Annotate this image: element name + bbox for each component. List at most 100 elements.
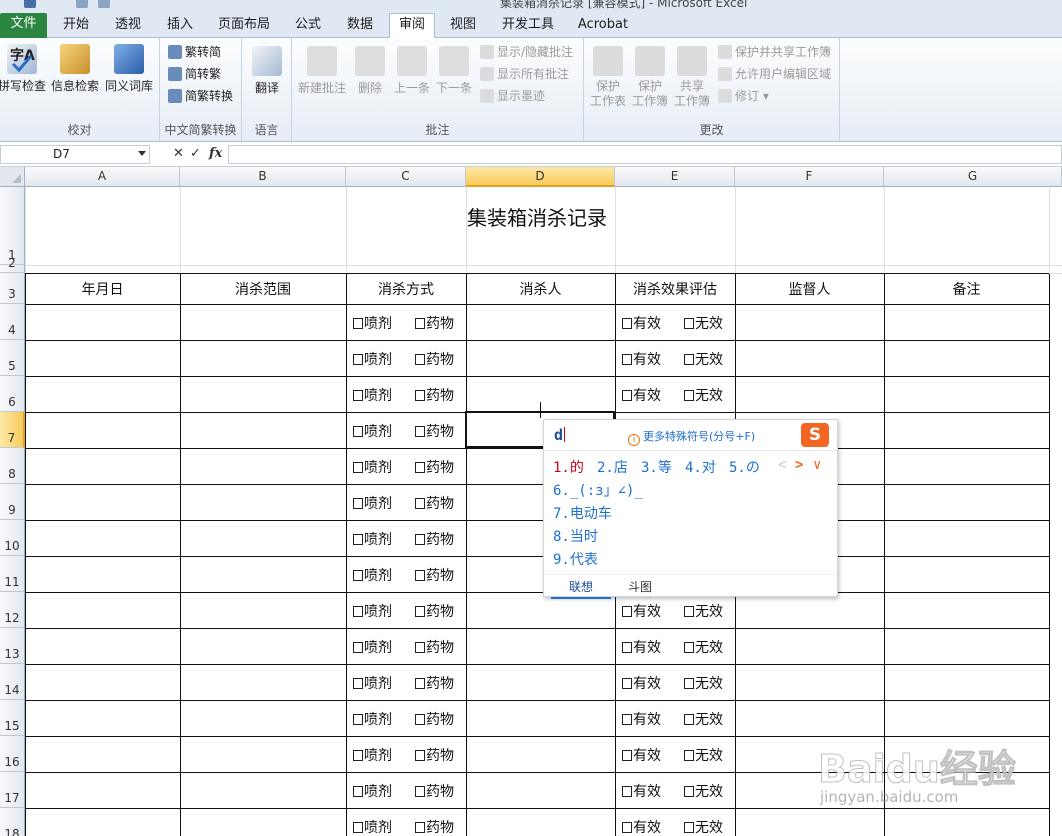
row-header-10[interactable]: 10 bbox=[0, 520, 25, 556]
tab-developer[interactable]: 开发工具 bbox=[494, 14, 562, 38]
option-effective[interactable]: 有效 bbox=[622, 781, 661, 801]
row-header-5[interactable]: 5 bbox=[0, 340, 25, 376]
tab-page-layout[interactable]: 页面布局 bbox=[211, 14, 277, 38]
thesaurus-button[interactable]: 同义词库 bbox=[104, 44, 154, 94]
row-header-11[interactable]: 11 bbox=[0, 556, 25, 592]
table-header-cell[interactable]: 年月日 bbox=[25, 273, 180, 304]
tab-view[interactable]: 视图 bbox=[442, 14, 484, 38]
select-all-button[interactable] bbox=[0, 167, 25, 187]
option-ineffective[interactable]: 无效 bbox=[684, 313, 723, 333]
option-medicine[interactable]: 药物 bbox=[415, 529, 454, 549]
cancel-icon[interactable]: ✕ bbox=[173, 146, 184, 161]
spell-check-button[interactable]: 字A 拼写检查 bbox=[0, 44, 46, 94]
option-spray[interactable]: 喷剂 bbox=[353, 745, 392, 765]
row-header-14[interactable]: 14 bbox=[0, 664, 25, 700]
table-header-cell[interactable]: 消杀范围 bbox=[180, 273, 346, 304]
save-icon[interactable] bbox=[24, 0, 36, 8]
new-comment-button[interactable]: 新建批注 bbox=[296, 46, 348, 96]
row-header-1[interactable]: 1 bbox=[0, 187, 25, 265]
option-ineffective[interactable]: 无效 bbox=[684, 817, 723, 836]
protect-share-button[interactable]: 保护并共享工作簿 bbox=[718, 42, 831, 62]
row-header-4[interactable]: 4 bbox=[0, 304, 25, 340]
tab-review[interactable]: 审阅 bbox=[389, 13, 435, 39]
delete-comment-button[interactable]: 删除 bbox=[352, 46, 388, 96]
show-all-comments-button[interactable]: 显示所有批注 bbox=[480, 64, 569, 84]
tab-data[interactable]: 数据 bbox=[339, 14, 381, 38]
tab-insert[interactable]: 插入 bbox=[159, 14, 201, 38]
row-header-7[interactable]: 7 bbox=[0, 412, 25, 448]
option-medicine[interactable]: 药物 bbox=[415, 313, 454, 333]
ime-tab-meme[interactable]: 斗图 bbox=[628, 578, 652, 595]
ime-special-symbols-link[interactable]: i 更多特殊符号(分号+F) bbox=[628, 428, 755, 446]
formula-input[interactable] bbox=[228, 145, 1062, 164]
option-medicine[interactable]: 药物 bbox=[415, 673, 454, 693]
option-medicine[interactable]: 药物 bbox=[415, 457, 454, 477]
option-effective[interactable]: 有效 bbox=[622, 817, 661, 836]
option-effective[interactable]: 有效 bbox=[622, 601, 661, 621]
chevron-down-icon[interactable] bbox=[138, 151, 146, 156]
option-medicine[interactable]: 药物 bbox=[415, 781, 454, 801]
option-spray[interactable]: 喷剂 bbox=[353, 349, 392, 369]
row-header-12[interactable]: 12 bbox=[0, 592, 25, 628]
track-changes-button[interactable]: 修订 ▾ bbox=[718, 86, 769, 106]
option-effective[interactable]: 有效 bbox=[622, 349, 661, 369]
ime-candidate[interactable]: 4.对 bbox=[685, 457, 716, 477]
tab-file[interactable]: 文件 bbox=[0, 13, 47, 38]
column-header-f[interactable]: F bbox=[735, 167, 884, 187]
show-ink-button[interactable]: 显示墨迹 bbox=[480, 86, 545, 106]
option-spray[interactable]: 喷剂 bbox=[353, 313, 392, 333]
option-spray[interactable]: 喷剂 bbox=[353, 421, 392, 441]
option-ineffective[interactable]: 无效 bbox=[684, 637, 723, 657]
option-spray[interactable]: 喷剂 bbox=[353, 709, 392, 729]
ime-candidate-window[interactable]: d i 更多特殊符号(分号+F) S 1.的 2.店 3.等 4.对 5.の < … bbox=[543, 419, 838, 599]
option-medicine[interactable]: 药物 bbox=[415, 349, 454, 369]
option-ineffective[interactable]: 无效 bbox=[684, 709, 723, 729]
row-header-16[interactable]: 16 bbox=[0, 736, 25, 772]
row-header-6[interactable]: 6 bbox=[0, 376, 25, 412]
row-header-18[interactable]: 18 bbox=[0, 808, 25, 836]
row-header-8[interactable]: 8 bbox=[0, 448, 25, 484]
option-medicine[interactable]: 药物 bbox=[415, 709, 454, 729]
tab-formulas[interactable]: 公式 bbox=[287, 14, 329, 38]
option-spray[interactable]: 喷剂 bbox=[353, 817, 392, 836]
tab-acrobat[interactable]: Acrobat bbox=[572, 14, 634, 38]
option-ineffective[interactable]: 无效 bbox=[684, 673, 723, 693]
ime-candidate[interactable]: 7.电动车 bbox=[553, 503, 612, 523]
ime-candidate[interactable]: 6._(:з」∠)_ bbox=[553, 480, 643, 500]
ime-candidate[interactable]: 2.店 bbox=[597, 457, 628, 477]
option-medicine[interactable]: 药物 bbox=[415, 745, 454, 765]
option-medicine[interactable]: 药物 bbox=[415, 421, 454, 441]
option-ineffective[interactable]: 无效 bbox=[684, 745, 723, 765]
translate-button[interactable]: 翻译 bbox=[244, 46, 290, 96]
option-medicine[interactable]: 药物 bbox=[415, 385, 454, 405]
to-traditional-button[interactable]: 简转繁 bbox=[168, 64, 221, 84]
protect-workbook-button[interactable]: 保护 工作簿 bbox=[630, 46, 670, 109]
sheet-title[interactable]: 集装箱消杀记录 bbox=[25, 187, 1049, 245]
option-ineffective[interactable]: 无效 bbox=[684, 349, 723, 369]
ime-candidate[interactable]: 3.等 bbox=[641, 457, 672, 477]
ime-prev-page-icon[interactable]: < bbox=[778, 457, 786, 473]
option-medicine[interactable]: 药物 bbox=[415, 493, 454, 513]
name-box[interactable]: D7 bbox=[0, 145, 150, 164]
row-header-2[interactable]: 2 bbox=[0, 256, 25, 273]
protect-sheet-button[interactable]: 保护 工作表 bbox=[588, 46, 628, 109]
research-button[interactable]: 信息检索 bbox=[50, 44, 100, 94]
option-ineffective[interactable]: 无效 bbox=[684, 601, 723, 621]
next-comment-button[interactable]: 下一条 bbox=[434, 46, 474, 96]
row-header-13[interactable]: 13 bbox=[0, 628, 25, 664]
option-medicine[interactable]: 药物 bbox=[415, 601, 454, 621]
row-header-17[interactable]: 17 bbox=[0, 772, 25, 808]
table-header-cell[interactable]: 备注 bbox=[884, 273, 1049, 304]
worksheet[interactable]: A B C D E F G 1 2 3 4 5 6 7 8 9 10 11 12 13 14 15 16 17 18 集装箱消杀记… bbox=[0, 167, 1062, 836]
option-spray[interactable]: 喷剂 bbox=[353, 493, 392, 513]
option-effective[interactable]: 有效 bbox=[622, 313, 661, 333]
tab-home[interactable]: 开始 bbox=[55, 14, 97, 38]
column-header-b[interactable]: B bbox=[180, 167, 346, 187]
ime-candidate[interactable]: 9.代表 bbox=[553, 549, 598, 569]
confirm-icon[interactable]: ✓ bbox=[190, 146, 201, 161]
ime-candidate[interactable]: 8.当时 bbox=[553, 526, 598, 546]
insert-function-icon[interactable]: fx bbox=[209, 146, 222, 161]
ime-tab-association[interactable]: 联想 bbox=[550, 578, 612, 599]
redo-icon[interactable] bbox=[98, 0, 110, 8]
column-header-g[interactable]: G bbox=[884, 167, 1062, 187]
